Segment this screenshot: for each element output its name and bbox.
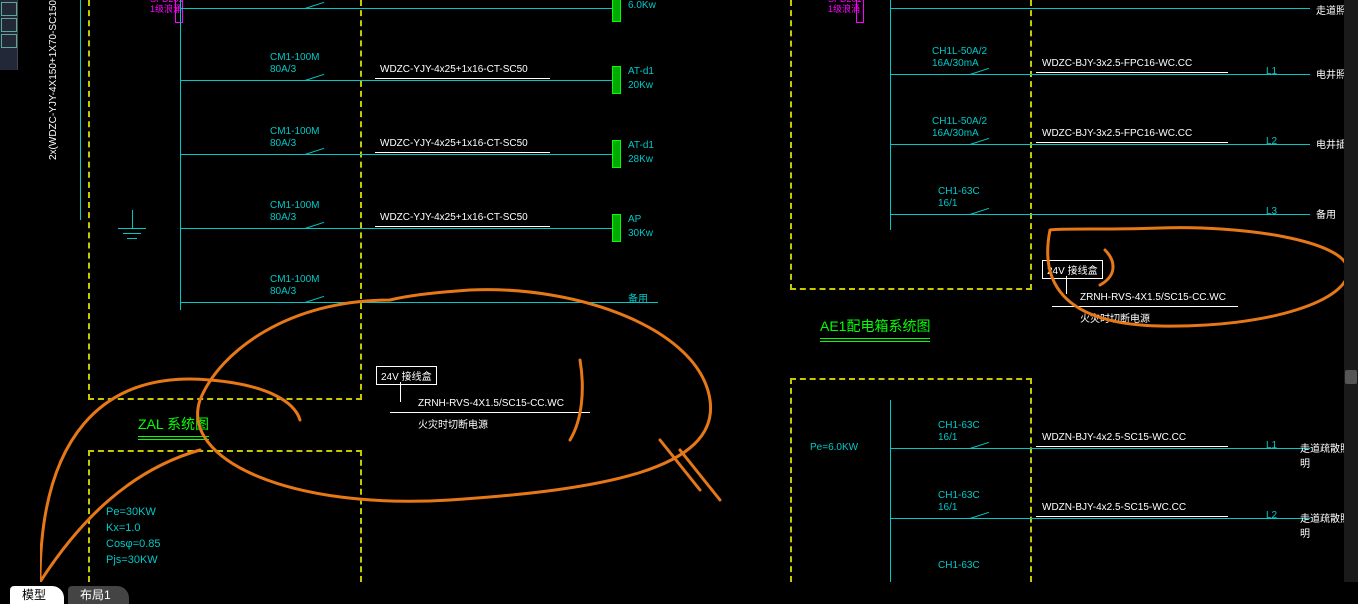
layout-tabs: 模型 布局1: [0, 582, 1358, 604]
cable-label: WDZC-YJY-4x25+1x16-CT-SC50: [380, 64, 528, 75]
breaker-label: CH1-63C 16/1: [938, 420, 980, 444]
enclosure-border: [360, 0, 362, 400]
tool-icon[interactable]: [1, 34, 17, 48]
breaker-label: CH1-63C: [938, 560, 980, 572]
cable-label: WDZC-YJY-4x25+1x16-CT-SC50: [380, 212, 528, 223]
cable-underline: [1036, 516, 1228, 517]
device-power: 30Kw: [628, 228, 653, 240]
relay-box-label: 24V 接线盒: [376, 366, 437, 385]
ground-icon: [118, 210, 146, 239]
spd-icon: [856, 0, 864, 23]
supply-cable-label: 2x(WDZC-YJY-4X150+1X70-SC150-FC): [48, 0, 59, 160]
cable-label: WDZN-BJY-4x2.5-SC15-WC.CC: [1042, 502, 1186, 513]
zrnh-note: 火灾时切断电源: [418, 416, 488, 431]
zrnh-note: 火灾时切断电源: [1080, 310, 1150, 325]
enclosure-border: [88, 450, 90, 582]
cable-underline: [375, 78, 550, 79]
breaker-label: CH1L-50A/2 16A/30mA: [932, 46, 987, 70]
tool-icon[interactable]: [1, 2, 17, 16]
internal-bus: [890, 400, 891, 582]
enclosure-border: [88, 450, 362, 452]
cable-underline: [1036, 446, 1228, 447]
circuit-line: [890, 214, 1310, 215]
vertical-scrollbar[interactable]: [1344, 0, 1358, 582]
cable-label: WDZC-BJY-3x2.5-FPC16-WC.CC: [1042, 58, 1192, 69]
device-label: AP: [628, 214, 641, 226]
circuit-line: [890, 8, 1310, 9]
cable-underline: [1052, 306, 1238, 307]
circuit-line: [180, 154, 615, 155]
enclosure-border: [790, 0, 792, 290]
enclosure-border: [790, 288, 1032, 290]
panel-title-ae1: AE1配电箱系统图: [820, 316, 930, 342]
device-box: [612, 140, 621, 168]
breaker-label: CH1-63C 16/1: [938, 490, 980, 514]
circuit-id: L1: [1266, 440, 1277, 451]
cable-label: WDZN-BJY-4x2.5-SC15-WC.CC: [1042, 432, 1186, 443]
circuit-id: L1: [1266, 66, 1277, 77]
relay-box-label: 24V 接线盒: [1042, 260, 1103, 279]
tool-icon[interactable]: [1, 18, 17, 32]
scrollbar-thumb[interactable]: [1345, 370, 1357, 384]
circuit-line: [890, 448, 1310, 449]
device-box: [612, 0, 621, 22]
breaker-label: CM1-100M 80A/3: [270, 274, 319, 298]
cable-underline: [375, 152, 550, 153]
cable-label: WDZC-BJY-3x2.5-FPC16-WC.CC: [1042, 128, 1192, 139]
enclosure-border: [1030, 378, 1032, 582]
spare-label: 备用: [628, 294, 648, 306]
breaker-label: CH1-63C 16/1: [938, 186, 980, 210]
circuit-line: [180, 228, 615, 229]
spd-icon: [175, 0, 183, 23]
device-box: [612, 66, 621, 94]
breaker-label: CM1-100M 80A/3: [270, 126, 319, 150]
zrnh-cable-label: ZRNH-RVS-4X1.5/SC15-CC.WC: [1080, 292, 1226, 303]
hand-annotation-icon: [40, 0, 1358, 582]
circuit-line: [180, 8, 615, 9]
tab-layout1[interactable]: 布局1: [68, 586, 129, 604]
device-label: AT-d1: [628, 66, 654, 78]
enclosure-border: [88, 0, 90, 400]
breaker-label: CM1-100M 80A/3: [270, 52, 319, 76]
internal-bus: [890, 0, 891, 230]
connector-line: [1066, 276, 1067, 294]
breaker-label: CH1L-50A/2 16A/30mA: [932, 116, 987, 140]
circuit-line: [890, 518, 1310, 519]
circuit-line: [180, 80, 615, 81]
enclosure-border: [790, 378, 1032, 380]
circuit-id: L2: [1266, 510, 1277, 521]
busbar-line: [80, 0, 81, 220]
circuit-id: L2: [1266, 136, 1277, 147]
panel-title-zal: ZAL 系统图: [138, 414, 209, 440]
cable-underline: [1036, 72, 1228, 73]
cable-label: WDZC-YJY-4x25+1x16-CT-SC50: [380, 138, 528, 149]
cable-underline: [1036, 142, 1228, 143]
device-box: [612, 214, 621, 242]
usage-label: 备用: [1316, 206, 1336, 221]
left-toolbar: [0, 0, 18, 70]
enclosure-border: [790, 378, 792, 582]
enclosure-border: [88, 398, 362, 400]
drawing-canvas[interactable]: 2x(WDZC-YJY-4X150+1X70-SC150-FC) SPD201 …: [20, 0, 1358, 582]
device-power: 20Kw: [628, 80, 653, 92]
cable-underline: [390, 412, 590, 413]
cable-underline: [375, 226, 550, 227]
internal-bus: [180, 0, 181, 310]
connector-line: [400, 382, 401, 402]
device-power: 6.0Kw: [628, 0, 656, 12]
zrnh-cable-label: ZRNH-RVS-4X1.5/SC15-CC.WC: [418, 398, 564, 409]
panel-parameters: Pe=30KW Kx=1.0 Cosφ=0.85 Pjs=30KW: [106, 504, 161, 568]
breaker-label: CM1-100M 80A/3: [270, 200, 319, 224]
enclosure-border: [360, 450, 362, 582]
circuit-line: [890, 74, 1310, 75]
circuit-id: L3: [1266, 206, 1277, 217]
pe-label: Pe=6.0KW: [810, 442, 858, 454]
circuit-line: [180, 302, 658, 303]
enclosure-border: [1030, 0, 1032, 290]
device-label: AT-d1: [628, 140, 654, 152]
device-power: 28Kw: [628, 154, 653, 166]
circuit-line: [890, 144, 1310, 145]
tab-model[interactable]: 模型: [10, 586, 64, 604]
